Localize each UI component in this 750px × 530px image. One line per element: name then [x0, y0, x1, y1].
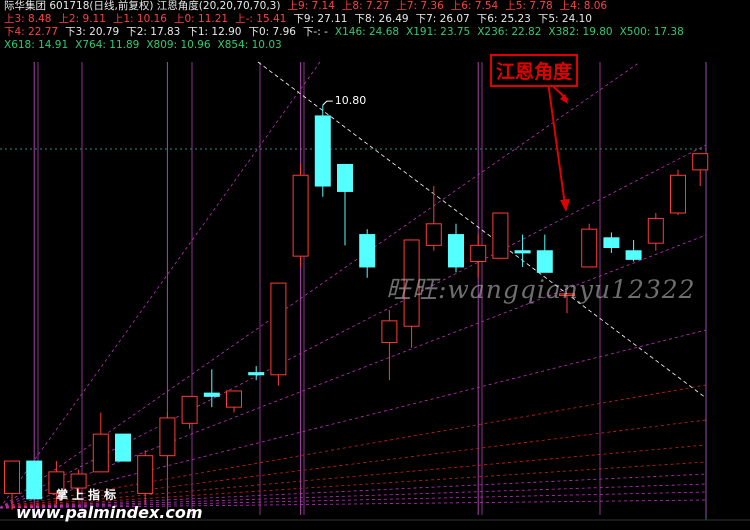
header-value-row3-7: X191: 23.75 — [406, 26, 471, 38]
header-value-row3-9: X382: 19.80 — [548, 26, 613, 38]
header-value-row2-7: 下7: 26.07 — [415, 13, 470, 25]
header-row-4: X618: 14.91 X764: 11.89 X809: 10.96 X854: 1… — [4, 39, 289, 52]
watermark: 旺旺:wangqianyu12322 — [386, 275, 696, 304]
candle-body-30 — [670, 174, 686, 214]
candle-body-15 — [337, 163, 353, 192]
annotation-arrowhead-2 — [560, 199, 570, 212]
header-value-row3-2: 下2: 17.83 — [126, 26, 181, 38]
candle-body-28 — [625, 250, 642, 260]
header-row-1: 际华集团 601718(日线,前复权) 江恩角度(20,20,70,70,3) 上… — [4, 0, 614, 13]
candle-body-12 — [270, 282, 287, 376]
candle-body-20 — [448, 234, 464, 268]
header-value-row2-2: 上1: 10.16 — [112, 13, 167, 25]
header-value-row4-0: X618: 14.91 — [4, 39, 69, 51]
header-value-row3-10: X500: 17.38 — [619, 26, 684, 38]
header-value-row1-5: 上5: 7.78 — [505, 0, 553, 12]
header-value-row2-4: 上-: 15.41 — [235, 13, 287, 25]
candle-body-1 — [26, 460, 43, 500]
candle-body-19 — [425, 223, 442, 246]
candle-body-8 — [181, 395, 198, 424]
candle-body-14 — [314, 115, 331, 187]
header-value-row2-1: 上2: 9.11 — [58, 13, 106, 25]
header-value-row1-4: 上6: 7.54 — [450, 0, 499, 12]
header-value-row2-6: 下8: 26.49 — [354, 13, 409, 25]
header-value-row4-2: X809: 10.96 — [146, 39, 211, 51]
candle-body-0 — [4, 460, 20, 494]
header-value-row2-9: 下5: 24.10 — [537, 13, 592, 25]
header-value-row2-3: 上0: 11.21 — [174, 13, 229, 25]
header-value-row2-0: 上3: 8.48 — [4, 13, 52, 25]
gann-angle-chart: 10.80 — [0, 61, 750, 521]
header-value-row1-6: 上4: 8.06 — [559, 0, 608, 12]
candle-body-7 — [159, 417, 176, 457]
candle-body-29 — [647, 217, 664, 244]
header-value-row1-0: 际华集团 601718(日线,前复权) 江恩角度(20,20,70,70,3) — [4, 0, 281, 12]
header-row-2: 上3: 8.48 上2: 9.11 上1: 10.16 上0: 11.21 上-: 15… — [4, 13, 599, 26]
candle-body-17 — [381, 320, 398, 343]
site-url: www.palmindex.com — [16, 503, 203, 522]
candle-body-23 — [514, 250, 531, 254]
indicator-header: 际华集团 601718(日线,前复权) 江恩角度(20,20,70,70,3) 上… — [0, 0, 750, 52]
candle-body-5 — [115, 433, 131, 462]
header-value-row4-1: X764: 11.89 — [75, 39, 140, 51]
header-value-row3-4: 下0: 7.96 — [248, 26, 296, 38]
header-value-row3-6: X146: 24.68 — [334, 26, 400, 38]
header-value-row2-5: 下9: 27.11 — [293, 13, 348, 25]
candle-body-6 — [137, 455, 154, 494]
chart-window: 10.80 际华集团 601718(日线,前复权) 江恩角度(20,20,70,… — [0, 0, 750, 530]
high-price-label: 10.80 — [335, 94, 367, 107]
header-value-row3-5: 下-: - — [302, 26, 328, 38]
header-value-row1-2: 上8: 7.27 — [341, 0, 390, 12]
gann-angle-annotation: 江恩角度 — [490, 54, 579, 87]
candle-body-13 — [292, 174, 309, 257]
candle-body-11 — [248, 372, 265, 376]
candle-body-26 — [581, 228, 598, 268]
brand-label: 掌上指标 — [56, 488, 121, 502]
header-value-row2-8: 下6: 25.23 — [476, 13, 531, 25]
candle-body-22 — [492, 212, 509, 259]
header-value-row1-1: 上9: 7.14 — [287, 0, 335, 12]
candle-body-16 — [359, 234, 376, 268]
header-row-3: 下4: 22.77 下3: 20.79 下2: 17.83 下1: 12.90 下0: … — [4, 26, 691, 39]
candle-body-21 — [470, 244, 487, 263]
candle-body-27 — [603, 237, 620, 249]
header-value-row3-3: 下1: 12.90 — [187, 26, 242, 38]
header-value-row3-8: X236: 22.82 — [477, 26, 542, 38]
header-value-row3-0: 下4: 22.77 — [4, 26, 59, 38]
candle-body-9 — [203, 392, 220, 397]
high-marker — [322, 100, 333, 106]
candle-body-4 — [92, 433, 109, 473]
header-value-row1-3: 上7: 7.36 — [396, 0, 444, 12]
candle-body-31 — [692, 153, 709, 171]
candle-body-10 — [226, 390, 242, 408]
header-value-row3-1: 下3: 20.79 — [65, 26, 120, 38]
header-value-row4-3: X854: 10.03 — [217, 39, 282, 51]
